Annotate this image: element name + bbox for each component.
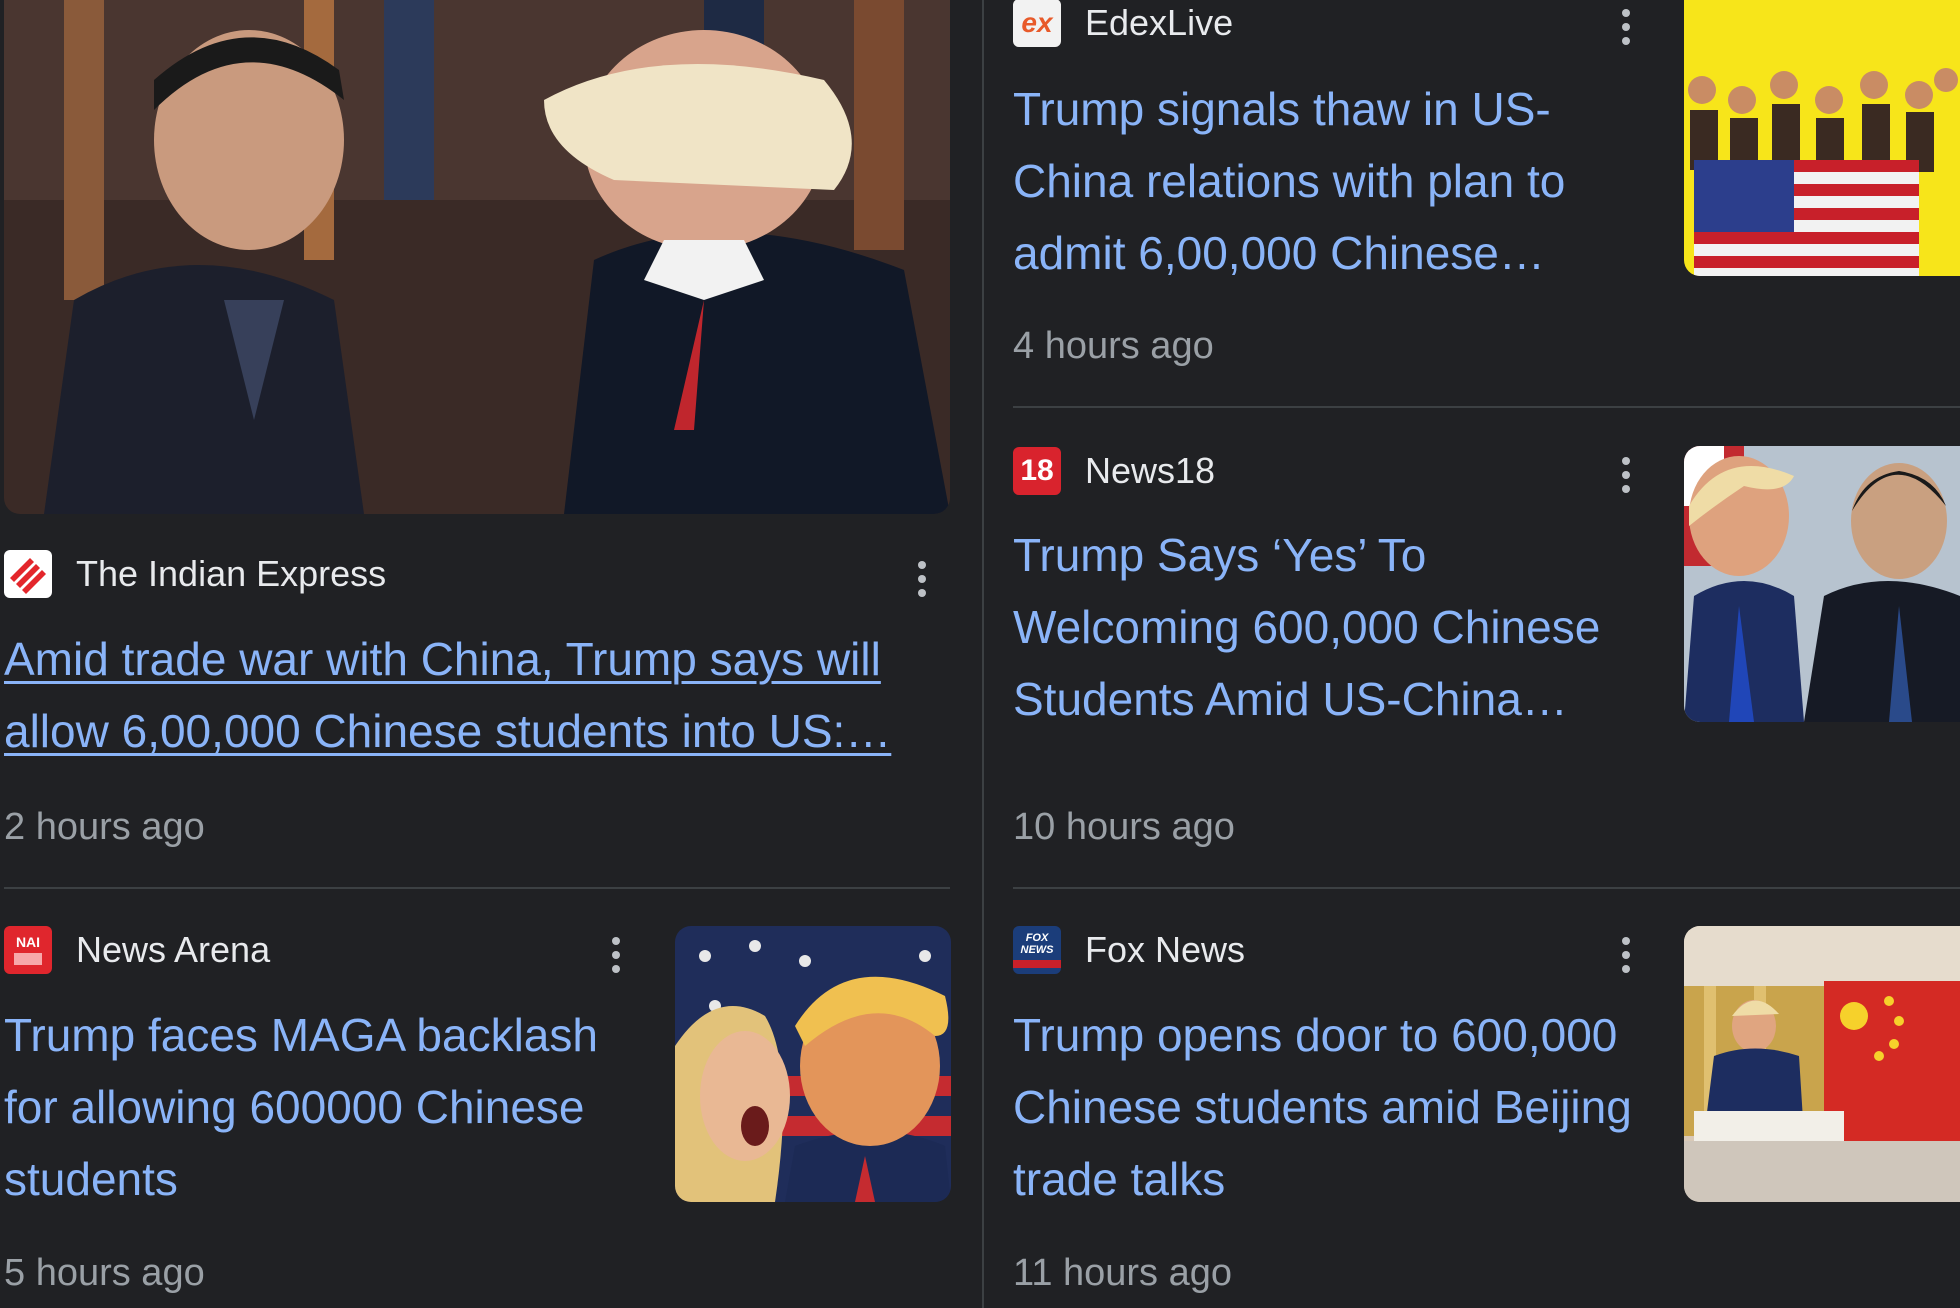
- article-image-students-flag[interactable]: [1684, 0, 1960, 276]
- more-options-icon[interactable]: [1616, 450, 1636, 500]
- fox-news-logo-text: FOX NEWS: [1020, 932, 1054, 956]
- source-news18: 18 News18: [1013, 446, 1215, 496]
- column-divider: [982, 0, 984, 1308]
- news18-logo-text: 18: [1020, 454, 1054, 487]
- timestamp: 4 hours ago: [1013, 325, 1214, 367]
- article-image-xi-trump[interactable]: [4, 0, 950, 514]
- more-options-icon[interactable]: [1616, 930, 1636, 980]
- timestamp: 11 hours ago: [1013, 1252, 1233, 1294]
- timestamp: 2 hours ago: [4, 806, 205, 848]
- source-edexlive: ex EdexLive: [1013, 0, 1233, 48]
- source-indian-express: The Indian Express: [4, 549, 386, 599]
- news-arena-logo-icon: NAI: [4, 926, 52, 974]
- headline-link[interactable]: Trump Says ‘Yes’ To Welcoming 600,000 Ch…: [1013, 519, 1653, 735]
- edexlive-logo-text: ex: [1021, 7, 1053, 38]
- news-arena-logo-text: NAI: [15, 934, 41, 950]
- headline-link[interactable]: Trump faces MAGA backlash for allowing 6…: [4, 999, 644, 1215]
- news18-logo-icon: 18: [1013, 447, 1061, 495]
- indian-express-logo-icon: [4, 550, 52, 598]
- source-name: News18: [1085, 450, 1216, 491]
- timestamp: 5 hours ago: [4, 1252, 205, 1294]
- headline-link[interactable]: Amid trade war with China, Trump says wi…: [4, 623, 954, 767]
- article-image-trump-xi[interactable]: [1684, 446, 1960, 722]
- headline-link[interactable]: Trump opens door to 600,000 Chinese stud…: [1013, 999, 1653, 1215]
- source-news-arena: NAI News Arena: [4, 925, 270, 975]
- headline-link[interactable]: Trump signals thaw in US-China relations…: [1013, 73, 1633, 289]
- source-fox-news: FOX NEWS Fox News: [1013, 925, 1245, 975]
- article-image-trump-protester[interactable]: [675, 926, 951, 1202]
- source-name: The Indian Express: [76, 553, 387, 594]
- divider: [1013, 406, 1960, 408]
- divider: [4, 887, 950, 889]
- source-name: News Arena: [76, 929, 271, 970]
- more-options-icon[interactable]: [912, 554, 932, 604]
- timestamp: 10 hours ago: [1013, 806, 1235, 848]
- fox-news-logo-icon: FOX NEWS: [1013, 926, 1061, 974]
- article-image-trump-signing[interactable]: [1684, 926, 1960, 1202]
- source-name: Fox News: [1085, 929, 1246, 970]
- more-options-icon[interactable]: [606, 930, 626, 980]
- more-options-icon[interactable]: [1616, 2, 1636, 52]
- edexlive-logo-icon: ex: [1013, 0, 1061, 47]
- divider: [1013, 887, 1960, 889]
- source-name: EdexLive: [1085, 2, 1234, 43]
